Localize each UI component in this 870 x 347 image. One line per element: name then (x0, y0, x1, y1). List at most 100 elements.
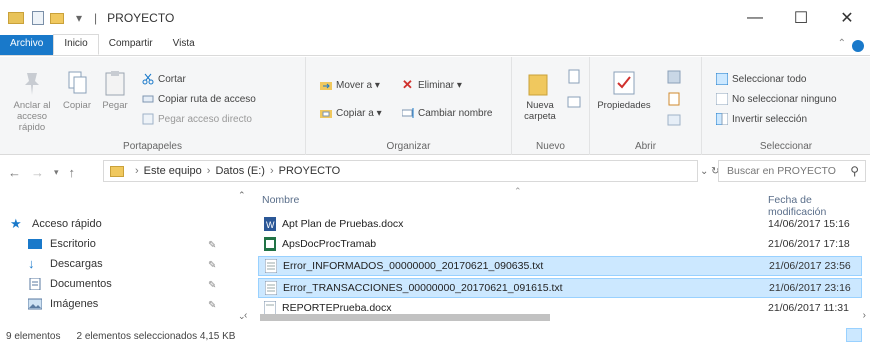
nav-item-desktop[interactable]: Escritorio (28, 238, 96, 250)
folder-icon (8, 12, 24, 24)
nav-item-documents[interactable]: Documentos (28, 278, 112, 290)
delete-button[interactable]: ✕ Eliminar ▾ (402, 78, 462, 91)
forward-arrow-icon[interactable]: → (31, 165, 44, 180)
selection-info: 2 elementos seleccionados 4,15 KB (76, 331, 236, 342)
easy-access-icon[interactable] (566, 93, 582, 109)
rename-icon (402, 108, 414, 118)
new-folder-icon (528, 74, 548, 96)
new-item-icon[interactable] (566, 69, 582, 85)
file-row-selected[interactable]: Error_TRANSACCIONES_00000000_20170621_09… (258, 278, 862, 298)
edit-icon[interactable] (666, 91, 682, 107)
pin-icon[interactable]: ✎ (208, 300, 216, 311)
navigation-buttons: ← → ▾ ↑ (8, 165, 85, 180)
pin-icon[interactable]: ✎ (208, 260, 216, 271)
tab-view[interactable]: Vista (163, 35, 205, 55)
collapse-ribbon-icon[interactable]: ⌃ (838, 38, 846, 49)
organize-group-label: Organizar (386, 141, 431, 152)
pin-icon (25, 73, 39, 95)
pin-icon[interactable]: ✎ (208, 280, 216, 291)
paste-icon (105, 71, 125, 96)
address-bar[interactable]: › Este equipo › Datos (E:) › PROYECTO (103, 160, 698, 182)
minimize-button[interactable]: — (732, 0, 778, 36)
scroll-right-icon[interactable]: › (863, 310, 866, 321)
select-all-button[interactable]: Seleccionar todo (716, 73, 807, 85)
documents-icon (29, 278, 41, 290)
copy-to-icon (320, 110, 332, 118)
search-placeholder: Buscar en PROYECTO (727, 165, 836, 177)
pin-quick-access-button[interactable]: Anclar al acceso rápido (8, 69, 56, 133)
customize-dropdown-icon[interactable]: ▾ (76, 11, 82, 25)
recent-dropdown-icon[interactable]: ▾ (54, 167, 59, 178)
breadcrumb-folder[interactable]: PROYECTO (279, 165, 341, 177)
select-none-button[interactable]: No seleccionar ninguno (716, 93, 837, 105)
column-header-name[interactable]: Nombre (262, 194, 299, 206)
new-group: Nueva carpeta Nuevo (512, 57, 590, 155)
history-icon[interactable] (666, 113, 682, 127)
organize-group: Mover a ▾ Copiar a ▾ ✕ Eliminar ▾ Cambia… (306, 57, 512, 155)
up-arrow-icon[interactable]: ↑ (69, 165, 76, 180)
nav-item-pictures[interactable]: Imágenes (28, 298, 98, 310)
window-title: PROYECTO (107, 11, 175, 25)
cut-button[interactable]: Cortar (142, 73, 186, 85)
paste-shortcut-button[interactable]: Pegar acceso directo (142, 113, 252, 125)
maximize-button[interactable]: ☐ (778, 0, 824, 36)
rename-button[interactable]: Cambiar nombre (402, 107, 492, 119)
title-bar: ▾ | PROYECTO — ☐ ✕ (0, 0, 870, 36)
window-controls: — ☐ ✕ (732, 0, 870, 36)
nav-scrollbar[interactable]: ⌃ ⌄ (236, 190, 250, 322)
properties-button[interactable]: Propiedades (596, 69, 652, 111)
open-group: Propiedades Abrir (590, 57, 702, 155)
paste-button[interactable]: Pegar (100, 69, 130, 111)
address-dropdown-icon[interactable]: ⌄ ↻ (700, 166, 720, 177)
copy-button[interactable]: Copiar (60, 69, 94, 111)
file-row[interactable]: W Apt Plan de Pruebas.docx 14/06/2017 15… (258, 214, 862, 234)
nav-item-downloads[interactable]: ↓ Descargas (28, 256, 103, 271)
ribbon-tabs: Archivo Inicio Compartir Vista (0, 34, 870, 56)
move-to-icon (320, 82, 332, 90)
file-list: Nombre ⌃ Fecha de modificación W Apt Pla… (252, 186, 870, 322)
close-button[interactable]: ✕ (824, 0, 870, 36)
ribbon: Anclar al acceso rápido Copiar Pegar Cor… (0, 57, 870, 155)
help-icon[interactable] (852, 40, 864, 52)
open-icon[interactable] (666, 69, 682, 85)
copy-to-button[interactable]: Copiar a ▾ (320, 107, 382, 119)
copy-path-button[interactable]: Copiar ruta de acceso (142, 93, 256, 105)
search-box[interactable]: Buscar en PROYECTO ⚲ (718, 160, 866, 182)
tab-file[interactable]: Archivo (0, 35, 54, 55)
star-icon: ★ (10, 216, 22, 231)
text-file-icon (265, 259, 277, 273)
download-icon: ↓ (28, 256, 35, 271)
file-row-selected[interactable]: Error_INFORMADOS_00000000_20170621_09063… (258, 256, 862, 276)
new-folder-button[interactable]: Nueva carpeta (520, 69, 560, 122)
navigation-pane: ★ Acceso rápido Escritorio ✎ ↓ Descargas… (0, 190, 236, 322)
new-group-label: Nuevo (536, 141, 565, 152)
tab-share[interactable]: Compartir (99, 35, 163, 55)
new-folder-icon[interactable] (50, 12, 64, 24)
item-count: 9 elementos (6, 331, 61, 342)
properties-icon[interactable] (32, 11, 44, 25)
status-bar: 9 elementos 2 elementos seleccionados 4,… (0, 326, 870, 347)
invert-selection-button[interactable]: Invertir selección (716, 113, 807, 125)
spreadsheet-icon (264, 237, 276, 251)
sort-indicator-icon: ⌃ (514, 186, 522, 196)
select-none-icon (716, 93, 728, 105)
folder-icon (110, 165, 124, 177)
invert-selection-icon (716, 113, 728, 125)
back-arrow-icon[interactable]: ← (8, 165, 21, 180)
tab-home[interactable]: Inicio (53, 34, 99, 55)
breadcrumb-drive[interactable]: Datos (E:) (215, 165, 265, 177)
move-to-button[interactable]: Mover a ▾ (320, 79, 380, 91)
horizontal-scrollbar[interactable]: ‹ › (236, 310, 870, 323)
scroll-up-icon[interactable]: ⌃ (238, 190, 246, 201)
properties-icon (613, 71, 635, 95)
breadcrumb-separator: › (206, 165, 211, 177)
scroll-left-icon[interactable]: ‹ (244, 310, 247, 321)
details-view-icon[interactable] (846, 328, 862, 342)
scrollbar-thumb[interactable] (260, 314, 550, 321)
file-row[interactable]: ApsDocProcTramab 21/06/2017 17:18 (258, 234, 862, 254)
pin-icon[interactable]: ✎ (208, 240, 216, 251)
select-group-label: Seleccionar (759, 141, 813, 152)
breadcrumb-this-pc[interactable]: Este equipo (144, 165, 202, 177)
nav-item-quick-access[interactable]: ★ Acceso rápido (10, 216, 102, 231)
scissors-icon (142, 73, 154, 85)
